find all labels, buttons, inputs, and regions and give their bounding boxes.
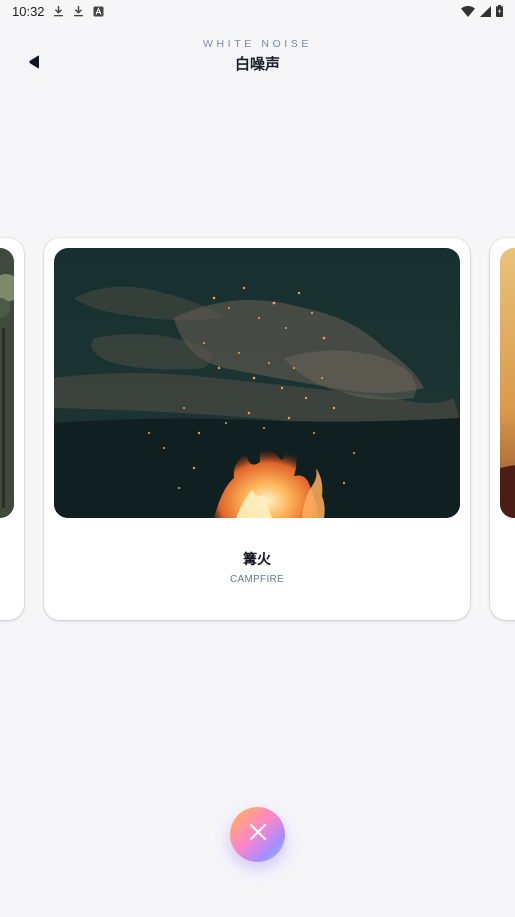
forest-photo bbox=[0, 248, 14, 518]
download-icon bbox=[53, 5, 65, 17]
battery-icon bbox=[495, 5, 503, 17]
status-right bbox=[461, 5, 503, 17]
sound-carousel[interactable]: 篝火 CAMPFIRE bbox=[0, 238, 515, 622]
page-header: WHITE NOISE 白噪声 bbox=[0, 34, 515, 84]
close-button[interactable] bbox=[230, 807, 285, 862]
sound-card-campfire[interactable]: 篝火 CAMPFIRE bbox=[44, 238, 470, 620]
status-time: 10:32 bbox=[12, 3, 45, 19]
card-title: 篝火 bbox=[243, 551, 271, 567]
page-title: 白噪声 bbox=[234, 56, 280, 73]
back-button[interactable] bbox=[22, 54, 46, 74]
close-icon bbox=[249, 823, 267, 846]
download-icon bbox=[73, 5, 85, 17]
a-badge-icon bbox=[93, 5, 105, 17]
sound-card-next[interactable] bbox=[490, 238, 515, 620]
status-bar: 10:32 bbox=[0, 0, 515, 22]
campfire-photo bbox=[54, 248, 460, 518]
sunset-photo bbox=[500, 248, 515, 518]
sound-card-previous[interactable] bbox=[0, 238, 24, 620]
status-left: 10:32 bbox=[12, 4, 105, 19]
white-noise-screen: 10:32 WHITE NOISE 白噪声 篝火 CAMPFIRE bbox=[0, 0, 515, 917]
page-subtitle: WHITE NOISE bbox=[202, 38, 313, 50]
signal-icon bbox=[479, 5, 491, 17]
back-arrow-icon bbox=[28, 54, 40, 74]
card-subtitle: CAMPFIRE bbox=[229, 574, 285, 585]
wifi-icon bbox=[461, 5, 475, 17]
